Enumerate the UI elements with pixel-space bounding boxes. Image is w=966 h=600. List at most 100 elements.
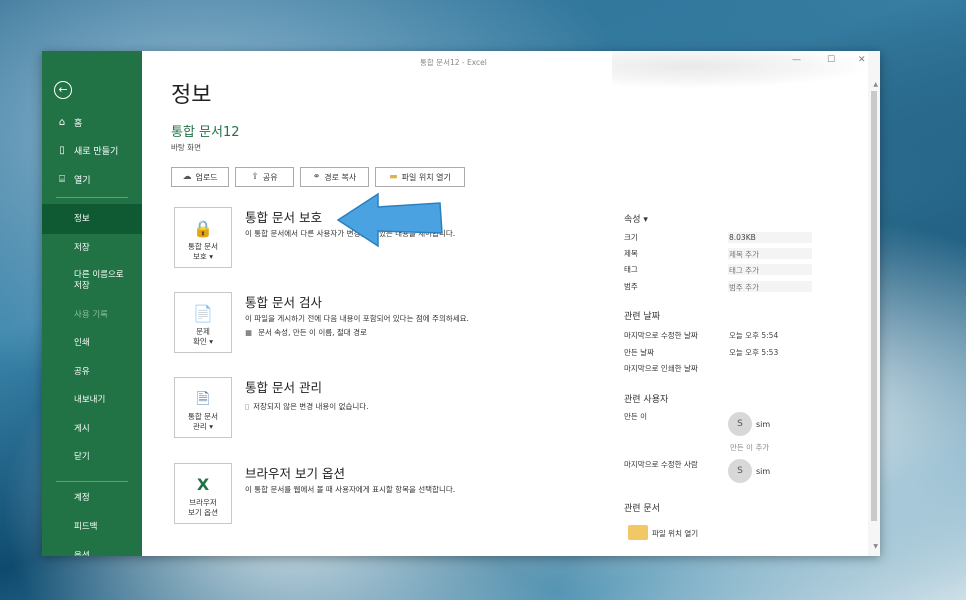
sidebar-item-account[interactable]: 계정 — [42, 483, 142, 513]
date-printed-label: 마지막으로 인쇄한 날짜 — [624, 364, 698, 373]
manage-workbook-desc: ▯ 저장되지 않은 변경 내용이 없습니다. — [245, 401, 369, 412]
prop-title-input[interactable]: 제목 추가 — [729, 249, 759, 260]
share-button[interactable]: ⇪ 공유 — [235, 167, 294, 187]
sidebar-item-publish[interactable]: 게시 — [42, 414, 142, 444]
date-modified-label: 마지막으로 수정한 날짜 — [624, 331, 698, 340]
prop-tags-input[interactable]: 태그 추가 — [729, 265, 759, 276]
browser-view-options-button[interactable]: X 브라우저 보기 옵션 — [174, 463, 232, 524]
add-author-link[interactable]: 만든 이 추가 — [730, 442, 769, 453]
close-button[interactable]: ✕ — [858, 55, 866, 65]
upload-button[interactable]: ☁ 업로드 — [171, 167, 229, 187]
sidebar-item-print[interactable]: 인쇄 — [42, 328, 142, 358]
inspect-document-icon: 📄 — [193, 304, 213, 323]
sidebar-item-label: 새로 만들기 — [74, 146, 119, 157]
check-issues-label: 문제 확인 ▾ — [193, 327, 213, 346]
document-location: 바탕 화면 — [171, 143, 201, 152]
copy-path-button[interactable]: ⚭ 경로 복사 — [300, 167, 369, 187]
prop-tags-label: 태그 — [624, 265, 638, 274]
link-icon: ⚭ — [312, 172, 321, 182]
sidebar-item-share[interactable]: 공유 — [42, 357, 142, 387]
folder-icon: ▬ — [389, 172, 398, 182]
browser-view-options-label: 브라우저 보기 옵션 — [188, 498, 218, 517]
vertical-scrollbar[interactable]: ▲ ▼ — [868, 51, 880, 556]
home-icon: ⌂ — [58, 116, 66, 128]
share-icon: ⇪ — [251, 172, 259, 182]
back-arrow-icon[interactable]: ← — [54, 81, 72, 99]
inspect-bullet: ■ 문서 속성, 만든 이 이름, 절대 경로 — [245, 327, 367, 338]
prop-title-label: 제목 — [624, 249, 638, 258]
protect-workbook-label: 통합 문서 보호 ▾ — [188, 242, 218, 261]
prop-size-label: 크기 — [624, 233, 638, 242]
properties-heading[interactable]: 속성 ▾ — [624, 212, 648, 225]
open-file-location-label: 파일 위치 열기 — [401, 172, 451, 182]
excel-browser-icon: X — [196, 475, 210, 494]
scroll-thumb[interactable] — [871, 91, 877, 521]
folder-icon — [628, 525, 648, 540]
properties-panel: 속성 ▾ 크기 8.03KB 제목 제목 추가 태그 태그 추가 범주 범주 추… — [624, 51, 854, 556]
excel-backstage-window: ← ⌂ 홈 ▯ 새로 만들기 ⌸ 열기 정보 저장 다른 이름으로 저장 사용 … — [42, 51, 880, 556]
cloud-upload-icon: ☁ — [182, 172, 192, 182]
document-title: 통합 문서12 — [171, 125, 240, 140]
protect-workbook-title: 통합 문서 보호 — [245, 210, 322, 225]
prop-size-value: 8.03KB — [729, 233, 756, 242]
sidebar-item-info[interactable]: 정보 — [42, 204, 142, 234]
browser-view-options-title: 브라우저 보기 옵션 — [245, 466, 345, 481]
sidebar-item-label: 열기 — [74, 175, 91, 186]
avatar[interactable]: S — [728, 412, 752, 436]
manage-document-icon: 🗎 — [196, 389, 210, 408]
sidebar-item-save[interactable]: 저장 — [42, 233, 142, 263]
related-dates-heading: 관련 날짜 — [624, 312, 660, 322]
prop-category-label: 범주 — [624, 282, 638, 291]
date-created-label: 만든 날짜 — [624, 348, 654, 357]
backstage-main: 통합 문서12 - Excel — ☐ ✕ 정보 통합 문서12 바탕 화면 ☁… — [142, 51, 880, 556]
related-people-heading: 관련 사용자 — [624, 395, 669, 405]
sidebar-item-close[interactable]: 닫기 — [42, 442, 142, 472]
scroll-down-icon[interactable]: ▼ — [873, 543, 878, 550]
manage-workbook-title: 통합 문서 관리 — [245, 380, 322, 395]
sidebar-divider — [56, 197, 128, 198]
prop-category-input[interactable]: 범주 추가 — [729, 282, 759, 293]
window-title: 통합 문서12 - Excel — [420, 58, 487, 67]
sidebar-item-export[interactable]: 내보내기 — [42, 385, 142, 415]
protect-workbook-button[interactable]: 🔒 통합 문서 보호 ▾ — [174, 207, 232, 268]
bullet-icon: ■ — [245, 328, 253, 337]
sidebar-item-home[interactable]: ⌂ 홈 — [42, 107, 142, 137]
date-created-value: 오늘 오후 5:53 — [729, 348, 779, 357]
author-name[interactable]: sim — [756, 420, 770, 429]
sidebar-item-history: 사용 기록 — [74, 309, 108, 320]
open-file-location-link[interactable]: 파일 위치 열기 — [652, 528, 698, 539]
date-modified-value: 오늘 오후 5:54 — [729, 331, 779, 340]
annotation-arrow-icon — [336, 192, 443, 248]
sidebar-item-options[interactable]: 옵션 — [42, 541, 142, 557]
inspect-bullet-text: 문서 속성, 만든 이 이름, 절대 경로 — [258, 328, 367, 337]
copy-path-label: 경로 복사 — [324, 172, 357, 182]
inspect-workbook-title: 통합 문서 검사 — [245, 295, 322, 310]
inspect-workbook-desc: 이 파일을 게시하기 전에 다음 내용이 포함되어 있다는 점에 주의하세요. — [245, 314, 469, 323]
last-modified-by-name[interactable]: sim — [756, 467, 770, 476]
share-label: 공유 — [262, 172, 278, 182]
related-documents-heading: 관련 문서 — [624, 504, 660, 514]
check-issues-button[interactable]: 📄 문제 확인 ▾ — [174, 292, 232, 353]
scroll-up-icon[interactable]: ▲ — [873, 81, 878, 88]
page-title: 정보 — [171, 83, 212, 108]
document-icon: ▯ — [245, 402, 250, 411]
browser-view-options-desc: 이 통합 문서를 웹에서 볼 때 사용자에게 표시할 항목을 선택합니다. — [245, 485, 456, 494]
last-modified-by-label: 마지막으로 수정한 사람 — [624, 460, 698, 469]
sidebar-item-new[interactable]: ▯ 새로 만들기 — [42, 135, 142, 165]
manage-workbook-button[interactable]: 🗎 통합 문서 관리 ▾ — [174, 377, 232, 438]
avatar[interactable]: S — [728, 459, 752, 483]
new-document-icon: ▯ — [59, 144, 65, 156]
lock-key-icon: 🔒 — [193, 219, 213, 238]
sidebar-item-label: 홈 — [74, 118, 83, 129]
open-file-location-button[interactable]: ▬ 파일 위치 열기 — [375, 167, 465, 187]
open-folder-icon: ⌸ — [59, 173, 65, 185]
manage-workbook-desc-text: 저장되지 않은 변경 내용이 없습니다. — [253, 402, 369, 411]
sidebar-item-save-as[interactable]: 다른 이름으로 저장 — [42, 263, 132, 299]
sidebar-item-open[interactable]: ⌸ 열기 — [42, 164, 142, 194]
manage-workbook-label: 통합 문서 관리 ▾ — [188, 412, 218, 431]
upload-label: 업로드 — [195, 172, 218, 182]
backstage-sidebar: ← ⌂ 홈 ▯ 새로 만들기 ⌸ 열기 정보 저장 다른 이름으로 저장 사용 … — [42, 51, 142, 556]
author-label: 만든 이 — [624, 412, 648, 421]
sidebar-divider — [56, 481, 128, 482]
sidebar-item-feedback[interactable]: 피드백 — [42, 512, 142, 542]
